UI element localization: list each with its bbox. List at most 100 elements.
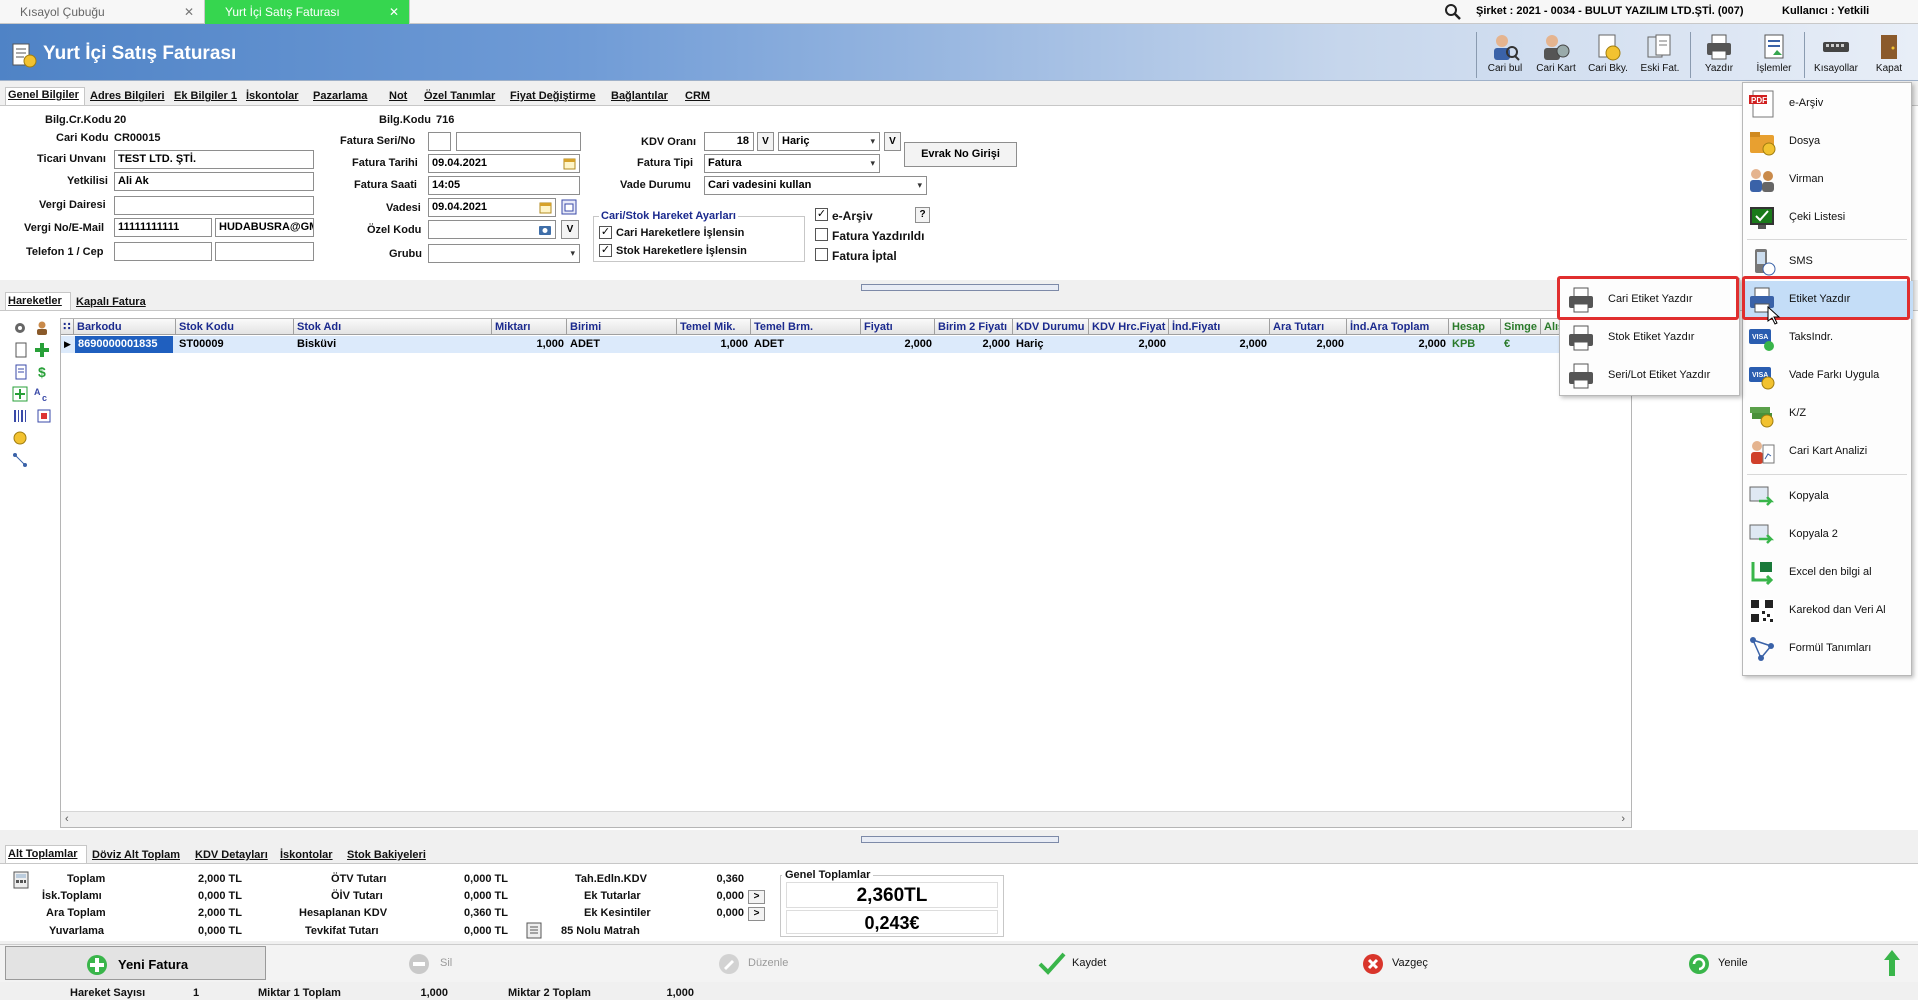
- cari-bul-button[interactable]: Cari bul: [1480, 30, 1530, 80]
- date-picker-icon[interactable]: [561, 199, 577, 215]
- calculator-icon[interactable]: [36, 408, 52, 424]
- tab-kdv-detaylari[interactable]: KDV Detayları: [195, 849, 268, 861]
- col-simge[interactable]: Simge: [1501, 319, 1541, 335]
- vadesi-field[interactable]: 09.04.2021: [428, 198, 556, 217]
- islemler-button[interactable]: İşlemler: [1748, 30, 1800, 80]
- tab-kisayol-cubugu[interactable]: Kısayol Çubuğu ✕: [0, 0, 205, 24]
- tab-ek-bilgiler[interactable]: Ek Bilgiler 1: [174, 90, 237, 102]
- cell-barkod[interactable]: 8690000001835: [75, 336, 173, 353]
- kisayollar-button[interactable]: Kısayollar: [1808, 30, 1864, 80]
- eski-fatura-button[interactable]: Eski Fat.: [1634, 30, 1686, 80]
- col-ind-fiyati[interactable]: İnd.Fiyatı: [1169, 319, 1270, 335]
- network-icon[interactable]: [12, 452, 28, 468]
- tab-crm[interactable]: CRM: [685, 90, 710, 102]
- scroll-up-arrow-icon[interactable]: [1882, 948, 1902, 978]
- menu-item-kopyala[interactable]: Kopyala: [1743, 478, 1913, 516]
- splitter-handle[interactable]: [861, 284, 1059, 291]
- col-stok-adi[interactable]: Stok Adı: [294, 319, 492, 335]
- tab-stok-bakiyeleri[interactable]: Stok Bakiyeleri: [347, 849, 426, 861]
- calendar-icon[interactable]: [539, 201, 552, 214]
- tab-iskontolar-bottom[interactable]: İskontolar: [280, 849, 333, 861]
- menu-item-karekod[interactable]: Karekod dan Veri Al: [1743, 592, 1913, 630]
- splitter-handle-bottom[interactable]: [861, 836, 1059, 843]
- vade-durumu-select[interactable]: Cari vadesini kullan ▾: [704, 176, 927, 195]
- document-list-icon[interactable]: [14, 364, 28, 380]
- help-button[interactable]: ?: [915, 207, 930, 223]
- haric-v-button[interactable]: V: [884, 132, 901, 151]
- cell-kdv-durumu[interactable]: Hariç: [1013, 336, 1089, 353]
- menu-item-vade-farki[interactable]: VISA Vade Farkı Uygula: [1743, 357, 1913, 395]
- vergi-dairesi-field[interactable]: [114, 196, 314, 215]
- menu-item-cari-kart-analizi[interactable]: Cari Kart Analizi: [1743, 433, 1913, 471]
- ticari-unvani-field[interactable]: TEST LTD. ŞTİ.: [114, 150, 314, 169]
- fatura-tipi-select[interactable]: Fatura ▾: [704, 154, 880, 173]
- vergi-no-field[interactable]: 11111111111: [114, 218, 212, 237]
- tab-hareketler[interactable]: Hareketler: [8, 295, 62, 307]
- col-kdv-durumu[interactable]: KDV Durumu: [1013, 319, 1089, 335]
- fatura-no-field[interactable]: [456, 132, 581, 151]
- fatura-iptal-checkbox[interactable]: [815, 248, 828, 261]
- col-hesap[interactable]: Hesap: [1449, 319, 1501, 335]
- yeni-fatura-button[interactable]: Yeni Fatura: [5, 946, 266, 980]
- cell-fiyati[interactable]: 2,000: [861, 336, 935, 353]
- cell-miktar[interactable]: 1,000: [492, 336, 567, 353]
- col-ara-tutari[interactable]: Ara Tutarı: [1270, 319, 1347, 335]
- calendar-icon[interactable]: [563, 157, 576, 170]
- telefon-field[interactable]: [114, 242, 212, 261]
- tab-doviz-alt-toplam[interactable]: Döviz Alt Toplam: [92, 849, 180, 861]
- cell-kdv-hrc[interactable]: 2,000: [1089, 336, 1169, 353]
- document-icon[interactable]: [526, 922, 542, 939]
- menu-item-ceki-listesi[interactable]: Çeki Listesi: [1743, 199, 1913, 237]
- col-miktari[interactable]: Miktarı: [492, 319, 567, 335]
- col-temel-mik[interactable]: Temel Mik.: [677, 319, 751, 335]
- evrak-no-girisi-button[interactable]: Evrak No Girişi: [904, 142, 1017, 167]
- barcode-icon[interactable]: [12, 408, 28, 424]
- tab-kapali-fatura[interactable]: Kapalı Fatura: [76, 296, 146, 308]
- tab-genel-bilgiler[interactable]: Genel Bilgiler: [8, 89, 79, 101]
- close-icon[interactable]: ✕: [184, 0, 194, 24]
- stok-hareket-checkbox[interactable]: ✓: [599, 244, 612, 257]
- camera-icon[interactable]: [538, 223, 552, 236]
- ek-tutarlar-button[interactable]: >: [748, 890, 765, 904]
- cell-simge[interactable]: €: [1501, 336, 1541, 353]
- ozel-kodu-v-button[interactable]: V: [561, 220, 579, 239]
- add-row-icon[interactable]: [12, 386, 28, 402]
- e-arsiv-checkbox[interactable]: ✓: [815, 208, 828, 221]
- cell-birimi[interactable]: ADET: [567, 336, 677, 353]
- cari-kart-button[interactable]: Cari Kart: [1530, 30, 1582, 80]
- menu-item-formul-tanimlari[interactable]: Formül Tanımları: [1743, 630, 1913, 668]
- col-fiyati[interactable]: Fiyatı: [861, 319, 935, 335]
- cell-temel-mik[interactable]: 1,000: [677, 336, 751, 353]
- cell-hesap[interactable]: KPB: [1449, 336, 1501, 353]
- kdv-haric-select[interactable]: Hariç ▾: [778, 132, 880, 151]
- cell-ind-fiyati[interactable]: 2,000: [1169, 336, 1270, 353]
- col-ind-ara-toplam[interactable]: İnd.Ara Toplam: [1347, 319, 1449, 335]
- col-birimi[interactable]: Birimi: [567, 319, 677, 335]
- col-temel-brm[interactable]: Temel Brm.: [751, 319, 861, 335]
- tab-iskontolar[interactable]: İskontolar: [246, 90, 299, 102]
- scroll-right-icon[interactable]: ›: [1621, 813, 1625, 825]
- fatura-seri-field[interactable]: [428, 132, 451, 151]
- settings-icon[interactable]: [12, 320, 28, 336]
- person-icon[interactable]: [34, 320, 50, 336]
- col-barkodu[interactable]: Barkodu: [74, 319, 176, 335]
- kdv-orani-field[interactable]: 18: [704, 132, 754, 151]
- yazdir-button[interactable]: Yazdır: [1694, 30, 1744, 80]
- yetkilisi-field[interactable]: Ali Ak: [114, 172, 314, 191]
- submenu-stok-etiket[interactable]: Stok Etiket Yazdır: [1560, 319, 1741, 357]
- add-icon[interactable]: [34, 342, 50, 358]
- fatura-tarihi-field[interactable]: 09.04.2021: [428, 154, 580, 173]
- replace-text-icon[interactable]: Ac: [34, 386, 52, 402]
- kdv-v-button[interactable]: V: [757, 132, 774, 151]
- cell-temel-brm[interactable]: ADET: [751, 336, 861, 353]
- cep-field[interactable]: [215, 242, 314, 261]
- tab-ozel-tanimlar[interactable]: Özel Tanımlar: [424, 90, 495, 102]
- tab-fiyat-degistirme[interactable]: Fiyat Değiştirme: [510, 90, 596, 102]
- calculator-icon[interactable]: [12, 871, 30, 889]
- cell-ind-ara[interactable]: 2,000: [1347, 336, 1449, 353]
- tab-not[interactable]: Not: [389, 90, 407, 102]
- tab-pazarlama[interactable]: Pazarlama: [313, 90, 367, 102]
- close-icon[interactable]: ✕: [389, 0, 399, 24]
- grubu-select[interactable]: ▾: [428, 244, 580, 263]
- cell-stok-adi[interactable]: Bisküvi: [294, 336, 492, 353]
